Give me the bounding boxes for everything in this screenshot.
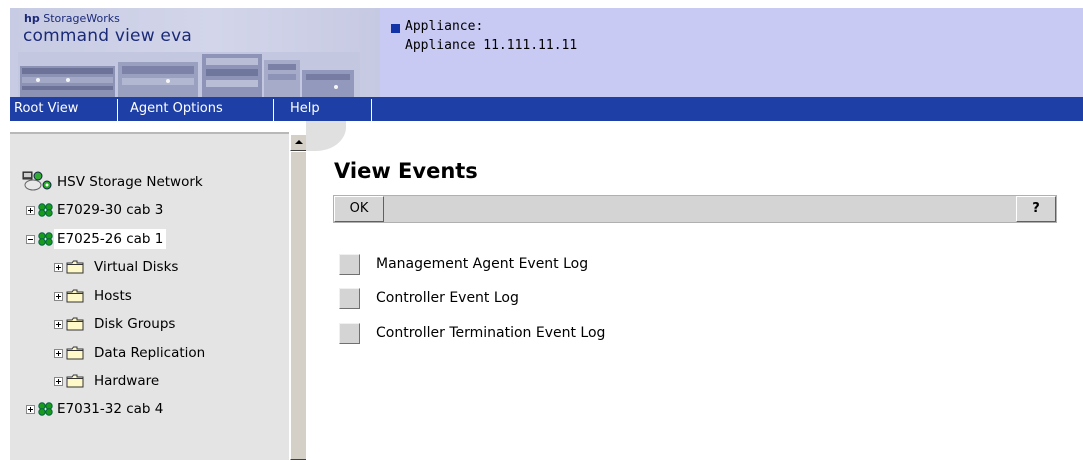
controller-event-log-button[interactable] [339, 288, 360, 309]
storage-hardware-illustration [18, 52, 360, 97]
tree-item-hosts[interactable]: Hosts [54, 286, 135, 306]
tree-label: Hosts [94, 288, 132, 304]
event-log-label: Controller Termination Event Log [376, 325, 606, 341]
tree-root-storage-network[interactable]: HSV Storage Network [22, 171, 206, 191]
storage-network-icon [22, 171, 54, 193]
folder-icon [66, 257, 84, 277]
cabinet-icon [38, 200, 54, 220]
tree-label: Hardware [94, 373, 160, 389]
scroll-up-arrow-icon[interactable] [290, 134, 307, 151]
expand-icon[interactable] [26, 404, 35, 414]
tree-item-cabinet-1[interactable]: E7025-26 cab 1 [26, 229, 167, 249]
tree-label-selected: E7025-26 cab 1 [54, 229, 167, 249]
product-name: command view eva [23, 26, 192, 46]
product-logo-banner: hp StorageWorks command view eva [10, 8, 380, 97]
expand-icon[interactable] [54, 319, 63, 329]
folder-icon [66, 371, 84, 391]
collapse-icon[interactable] [26, 234, 35, 244]
appliance-info-panel: Appliance: Appliance 11.111.11.11 [380, 8, 1083, 97]
content-corner-decoration [306, 121, 346, 151]
expand-icon[interactable] [54, 291, 63, 301]
action-bar: OK ? [333, 195, 1057, 223]
tree-scrollbar[interactable] [289, 134, 307, 460]
menu-help[interactable]: Help [290, 97, 320, 121]
help-button[interactable]: ? [1016, 196, 1056, 222]
tree-label: E7031-32 cab 4 [57, 401, 164, 417]
scrollbar-thumb[interactable] [290, 151, 307, 460]
event-log-label: Controller Event Log [376, 290, 519, 306]
folder-icon [66, 343, 84, 363]
menu-separator [371, 99, 372, 121]
menu-bar: Root View Agent Options Help [10, 97, 1083, 121]
controller-termination-event-log-button[interactable] [339, 323, 360, 344]
tree-label: Virtual Disks [94, 259, 179, 275]
tree-label: Data Replication [94, 345, 206, 361]
vendor-brand: hp StorageWorks [24, 12, 120, 25]
appliance-bullet-icon [391, 24, 400, 33]
management-agent-event-log-button[interactable] [339, 254, 360, 275]
folder-icon [66, 314, 84, 334]
expand-icon[interactable] [26, 205, 35, 215]
menu-root-view[interactable]: Root View [14, 97, 78, 121]
tree-item-data-replication[interactable]: Data Replication [54, 343, 208, 363]
tree-item-cabinet-4[interactable]: E7031-32 cab 4 [26, 399, 166, 419]
tree-item-cabinet-3[interactable]: E7029-30 cab 3 [26, 200, 166, 220]
tree-label: HSV Storage Network [57, 174, 203, 190]
menu-separator [117, 99, 118, 121]
tree-label: Disk Groups [94, 316, 176, 332]
menu-agent-options[interactable]: Agent Options [130, 97, 223, 121]
appliance-name: Appliance 11.111.11.11 [405, 38, 578, 53]
tree-item-disk-groups[interactable]: Disk Groups [54, 314, 178, 334]
expand-icon[interactable] [54, 348, 63, 358]
cabinet-icon [38, 399, 54, 419]
navigation-tree: HSV Storage Network E7029-30 cab 3 E7025… [10, 132, 289, 460]
expand-icon[interactable] [54, 262, 63, 272]
expand-icon[interactable] [54, 376, 63, 386]
content-pane: View Events OK ? Management Agent Event … [306, 121, 1083, 460]
ok-button[interactable]: OK [334, 196, 384, 222]
tree-item-hardware[interactable]: Hardware [54, 371, 162, 391]
appliance-label: Appliance: [405, 19, 484, 34]
event-log-label: Management Agent Event Log [376, 256, 589, 272]
cabinet-icon [38, 229, 54, 249]
menu-separator [273, 99, 274, 121]
folder-icon [66, 286, 84, 306]
tree-item-virtual-disks[interactable]: Virtual Disks [54, 257, 181, 277]
tree-label: E7029-30 cab 3 [57, 202, 164, 218]
page-title: View Events [334, 159, 478, 183]
